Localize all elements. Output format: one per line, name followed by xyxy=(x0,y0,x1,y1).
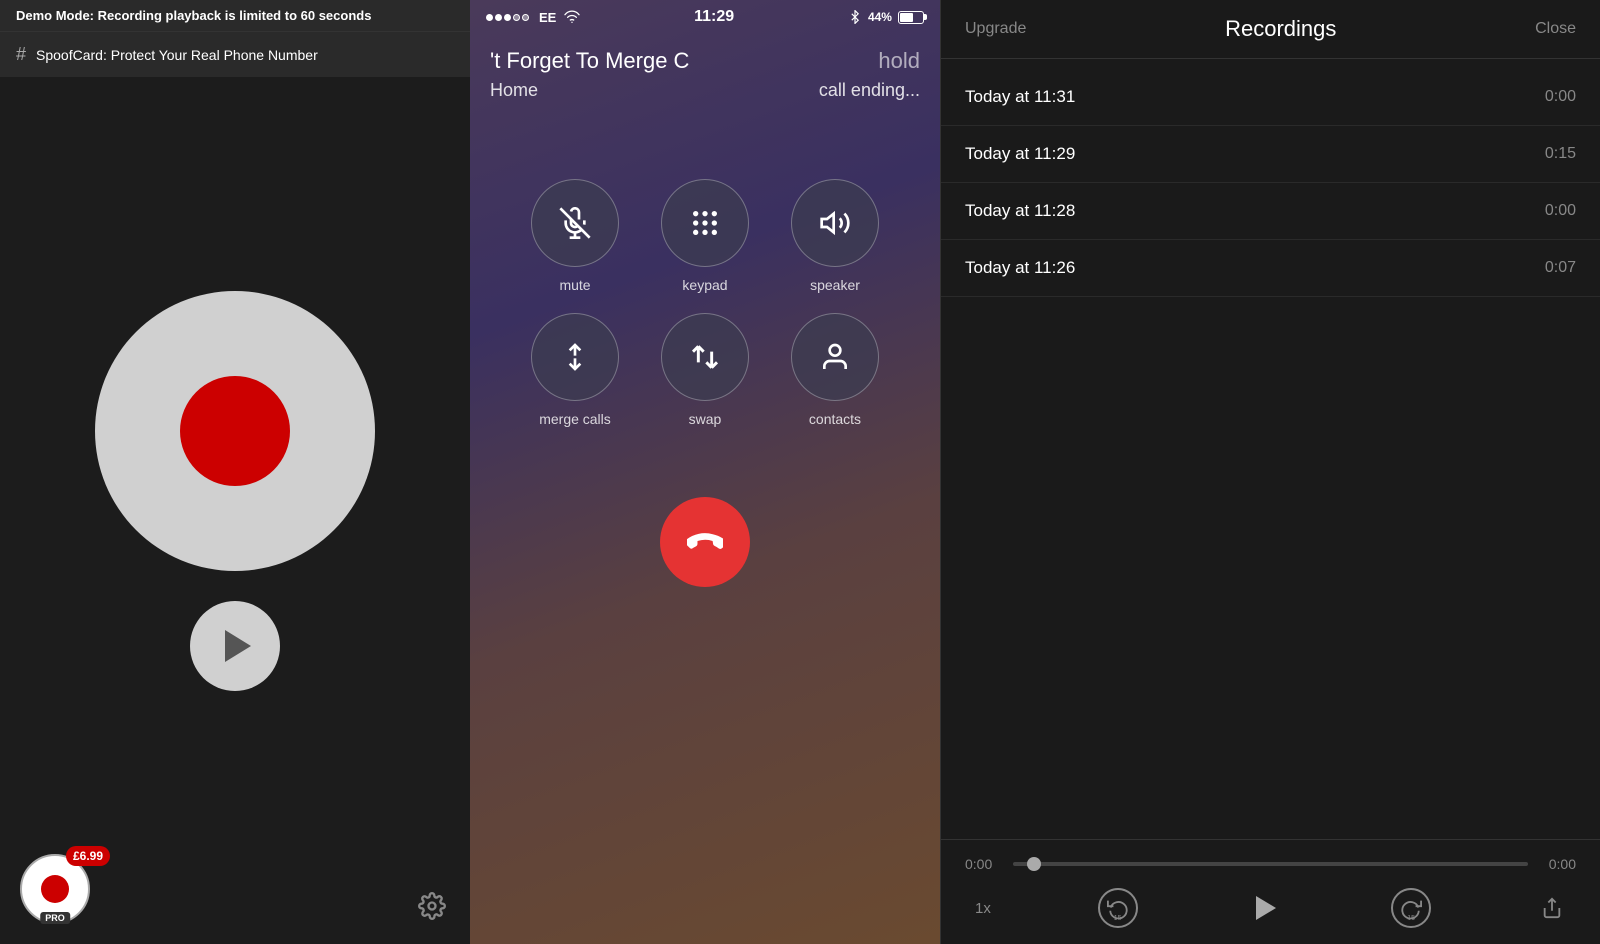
settings-button[interactable] xyxy=(414,888,450,924)
record-button[interactable] xyxy=(95,291,375,571)
recordings-header: Upgrade Recordings Close xyxy=(941,0,1600,59)
forward-button[interactable]: 15 xyxy=(1391,888,1431,928)
demo-banner: Demo Mode: Recording playback is limited… xyxy=(0,0,470,31)
play-button[interactable] xyxy=(190,601,280,691)
recording-time: Today at 11:31 xyxy=(965,87,1075,107)
signal-icon xyxy=(486,14,529,21)
recording-time: Today at 11:29 xyxy=(965,144,1075,164)
mute-label: mute xyxy=(559,277,590,293)
share-button[interactable] xyxy=(1538,894,1566,922)
recording-duration: 0:00 xyxy=(1545,202,1576,220)
close-button[interactable]: Close xyxy=(1535,20,1576,38)
mute-icon xyxy=(559,207,591,239)
rewind-button[interactable]: 15 xyxy=(1098,888,1138,928)
progress-track[interactable] xyxy=(1013,862,1528,866)
swap-button[interactable]: swap xyxy=(650,313,760,427)
upgrade-button[interactable]: Upgrade xyxy=(965,20,1026,38)
right-panel: Upgrade Recordings Close Today at 11:31 … xyxy=(940,0,1600,944)
status-right: 44% xyxy=(848,10,924,24)
speaker-label: speaker xyxy=(810,277,860,293)
status-left: EE xyxy=(486,9,580,25)
gear-icon xyxy=(418,892,446,920)
pro-red-dot xyxy=(41,875,69,903)
player-play-icon xyxy=(1256,896,1276,920)
bluetooth-icon xyxy=(848,10,862,24)
keypad-icon xyxy=(689,207,721,239)
recording-item[interactable]: Today at 11:28 0:00 xyxy=(941,183,1600,240)
merge-calls-button[interactable]: merge calls xyxy=(520,313,630,427)
spoof-bar[interactable]: # SpoofCard: Protect Your Real Phone Num… xyxy=(0,31,470,77)
swap-circle xyxy=(661,313,749,401)
call-ending-label: call ending... xyxy=(819,80,920,101)
speed-button[interactable]: 1x xyxy=(975,900,991,917)
progress-thumb[interactable] xyxy=(1027,857,1041,871)
contacts-circle xyxy=(791,313,879,401)
clock: 11:29 xyxy=(694,8,734,26)
play-icon xyxy=(225,630,251,662)
merge-calls-icon xyxy=(559,341,591,373)
call-subtitle: Home call ending... xyxy=(490,80,920,101)
mute-button[interactable]: mute xyxy=(520,179,630,293)
contacts-label: contacts xyxy=(809,411,861,427)
wifi-icon xyxy=(564,9,580,25)
contacts-icon xyxy=(819,341,851,373)
forward-seconds: 15 xyxy=(1407,915,1415,922)
record-dot xyxy=(180,376,290,486)
price-badge: £6.99 xyxy=(66,846,110,866)
demo-text: Recording playback is limited to 60 seco… xyxy=(98,8,372,23)
swap-icon xyxy=(689,341,721,373)
status-bar: EE 11:29 44% xyxy=(470,0,940,34)
carrier-label: EE xyxy=(539,10,556,25)
demo-prefix: Demo Mode: xyxy=(16,8,94,23)
recording-duration: 0:15 xyxy=(1545,145,1576,163)
recordings-title: Recordings xyxy=(1225,16,1336,42)
progress-bar-area: 0:00 0:00 xyxy=(965,856,1576,872)
recording-item[interactable]: Today at 11:26 0:07 xyxy=(941,240,1600,297)
swap-label: swap xyxy=(689,411,722,427)
current-time: 0:00 xyxy=(965,856,1001,872)
spoof-text: SpoofCard: Protect Your Real Phone Numbe… xyxy=(36,47,318,63)
recording-item[interactable]: Today at 11:29 0:15 xyxy=(941,126,1600,183)
recording-time: Today at 11:26 xyxy=(965,258,1075,278)
pro-label: PRO xyxy=(40,912,70,924)
recording-duration: 0:00 xyxy=(1545,88,1576,106)
player-play-button[interactable] xyxy=(1244,888,1284,928)
end-call-icon xyxy=(687,524,723,560)
hash-icon: # xyxy=(16,44,26,65)
call-title: 't Forget To Merge C hold xyxy=(490,48,920,74)
left-panel: Demo Mode: Recording playback is limited… xyxy=(0,0,470,944)
pro-badge-area: £6.99 PRO xyxy=(20,854,90,924)
mute-circle xyxy=(531,179,619,267)
end-call-area xyxy=(470,497,940,587)
home-label: Home xyxy=(490,80,538,101)
playback-controls: 1x 15 15 xyxy=(965,888,1576,928)
speaker-circle xyxy=(791,179,879,267)
recording-duration: 0:07 xyxy=(1545,259,1576,277)
speaker-button[interactable]: speaker xyxy=(780,179,890,293)
player-controls: 0:00 0:00 1x 15 xyxy=(941,839,1600,944)
recording-time: Today at 11:28 xyxy=(965,201,1075,221)
speaker-icon xyxy=(819,207,851,239)
hold-label: hold xyxy=(878,48,920,74)
record-area xyxy=(0,77,470,944)
phone-screen: EE 11:29 44% 't Forget To Merge C hold H… xyxy=(470,0,940,944)
call-header: 't Forget To Merge C hold Home call endi… xyxy=(470,34,940,109)
battery-icon xyxy=(898,11,924,24)
recordings-list: Today at 11:31 0:00 Today at 11:29 0:15 … xyxy=(941,59,1600,839)
end-call-button[interactable] xyxy=(660,497,750,587)
keypad-label: keypad xyxy=(682,277,727,293)
rewind-seconds: 15 xyxy=(1114,915,1122,922)
share-icon xyxy=(1541,897,1563,919)
merge-calls-circle xyxy=(531,313,619,401)
total-time: 0:00 xyxy=(1540,856,1576,872)
call-buttons-grid: mute keypad speaker xyxy=(470,139,940,447)
keypad-circle xyxy=(661,179,749,267)
pro-badge-wrapper: £6.99 PRO xyxy=(20,854,90,924)
recording-item[interactable]: Today at 11:31 0:00 xyxy=(941,69,1600,126)
contacts-button[interactable]: contacts xyxy=(780,313,890,427)
battery-percent: 44% xyxy=(868,10,892,24)
merge-calls-label: merge calls xyxy=(539,411,611,427)
keypad-button[interactable]: keypad xyxy=(650,179,760,293)
